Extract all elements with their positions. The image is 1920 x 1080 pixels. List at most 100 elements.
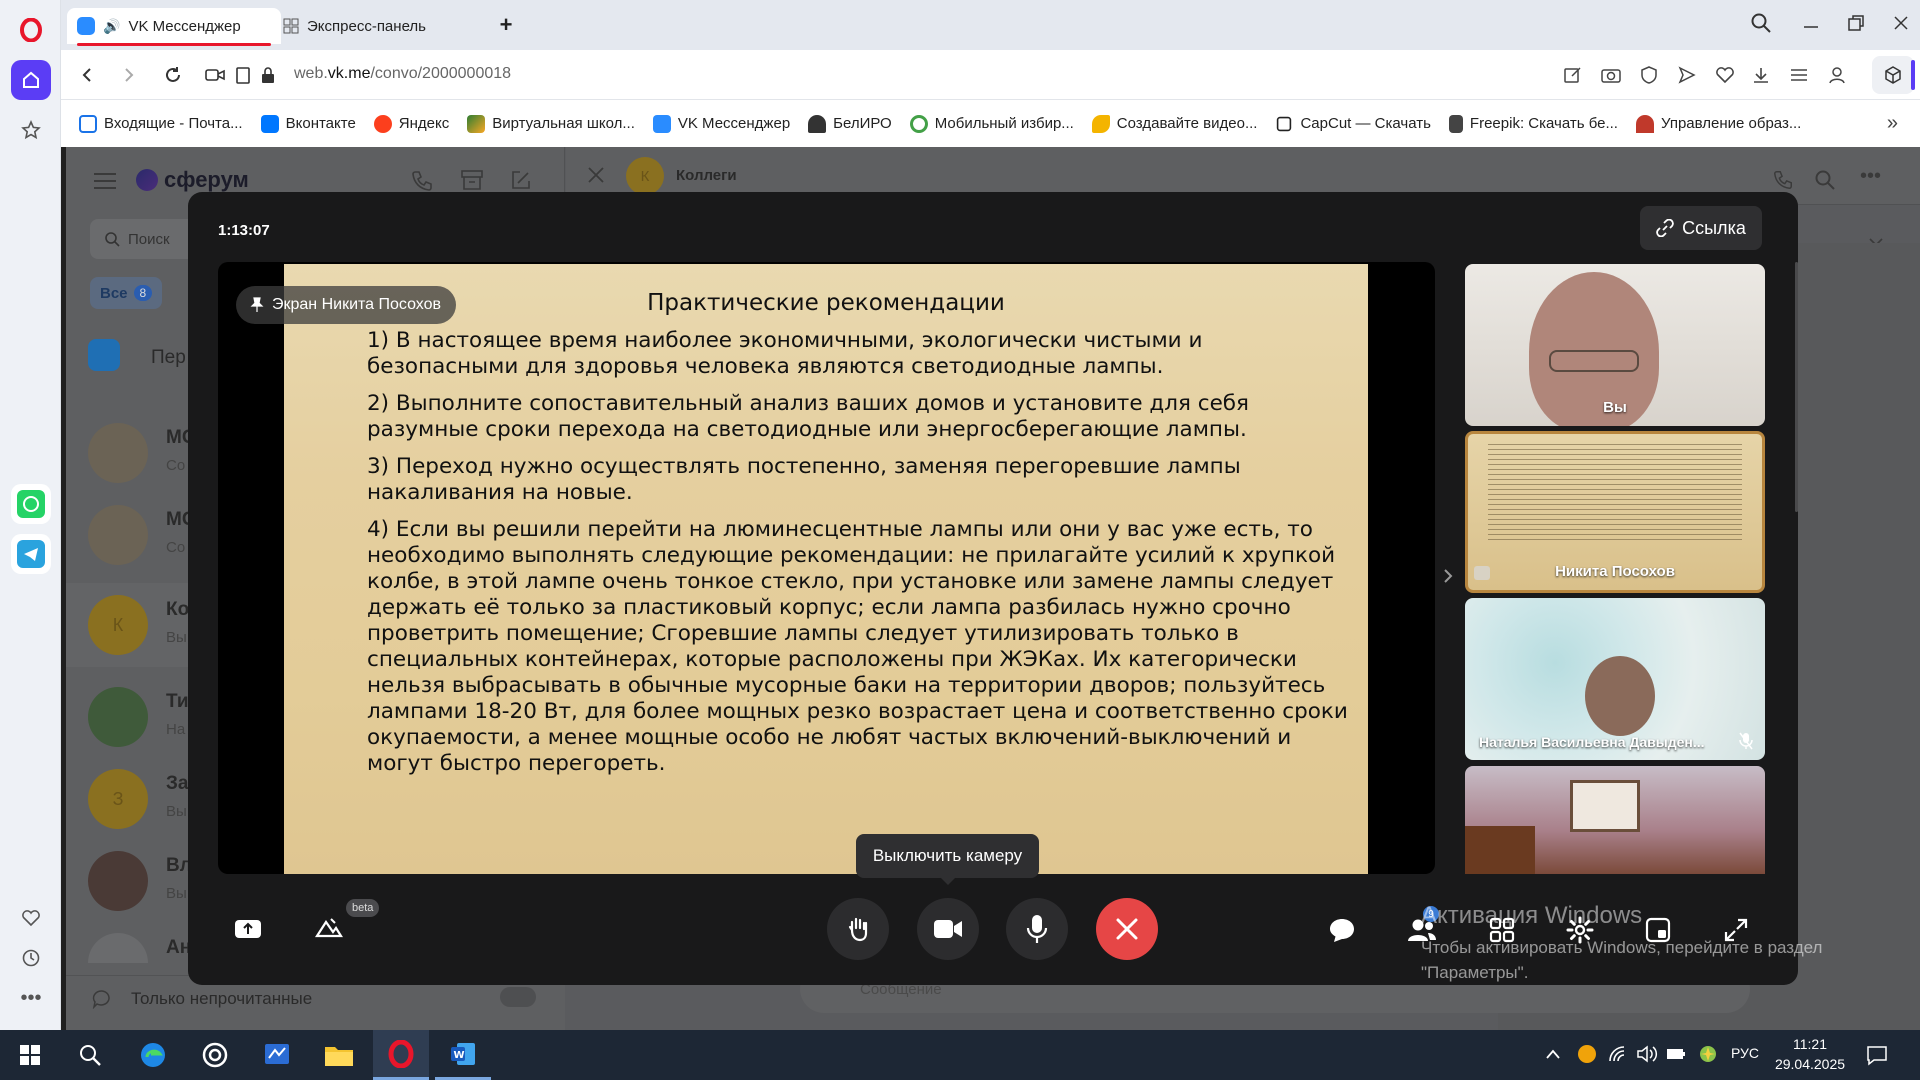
telegram-icon[interactable]: [11, 534, 51, 574]
chat-avatar: З: [88, 769, 148, 829]
close-icon: [1116, 918, 1138, 940]
vk-messenger-icon: [652, 114, 671, 133]
easy-setup-icon[interactable]: [1786, 62, 1812, 88]
profile-icon[interactable]: [1824, 62, 1850, 88]
edit-page-icon[interactable]: [1560, 62, 1586, 88]
menu-icon[interactable]: [94, 173, 116, 189]
end-call-button[interactable]: [1096, 898, 1158, 960]
minimize-icon[interactable]: [1800, 12, 1822, 34]
notifications-icon[interactable]: [1866, 1044, 1888, 1066]
snapshot-icon[interactable]: [1598, 62, 1624, 88]
url-text[interactable]: web.vk.me/convo/2000000018: [294, 65, 511, 83]
star-icon[interactable]: [11, 110, 51, 150]
forward-icon[interactable]: [116, 62, 142, 88]
home-icon[interactable]: [11, 60, 51, 100]
history-icon[interactable]: [11, 938, 51, 978]
whatsapp-icon[interactable]: [11, 484, 51, 524]
more-bookmarks-icon[interactable]: »: [1887, 112, 1898, 135]
send-icon[interactable]: [1674, 62, 1700, 88]
opera-taskbar-icon[interactable]: [373, 1030, 429, 1080]
volume-icon[interactable]: [1636, 1045, 1658, 1063]
restore-icon[interactable]: [1845, 12, 1867, 34]
bookmark-freepik[interactable]: Freepik: Скачать бе...: [1448, 114, 1618, 133]
bookmark-yandex[interactable]: Яндекс: [373, 114, 449, 133]
tiles-scrollbar[interactable]: [1795, 262, 1798, 512]
tab-vk-messenger[interactable]: 🔊 VK Мессенджер: [67, 8, 281, 46]
tab-audio-underline: [77, 43, 271, 46]
close-chat-icon[interactable]: [586, 165, 606, 185]
bookmark-mail[interactable]: Входящие - Почта...: [79, 114, 243, 133]
more-icon[interactable]: •••: [11, 978, 51, 1018]
collapse-tiles-icon[interactable]: [1442, 568, 1454, 584]
tray-app-icon[interactable]: [1578, 1045, 1596, 1063]
participant-tile-self[interactable]: Вы: [1465, 264, 1765, 426]
only-unread-toggle[interactable]: [500, 987, 536, 1007]
camera-tooltip: Выключить камеру: [856, 834, 1039, 885]
extensions-icon[interactable]: [1872, 56, 1914, 94]
bookmark-create-video[interactable]: Создавайте видео...: [1091, 114, 1257, 133]
bookmark-capcut[interactable]: CapCut — Скачать: [1275, 115, 1431, 133]
taskbar-search-icon[interactable]: [62, 1030, 118, 1080]
header-more-icon[interactable]: •••: [1860, 165, 1881, 188]
bookmark-education[interactable]: Управление образ...: [1635, 114, 1801, 133]
link-button[interactable]: Ссылка: [1640, 206, 1762, 250]
raise-hand-button[interactable]: [827, 898, 889, 960]
close-window-icon[interactable]: [1890, 12, 1912, 34]
url-host: vk.me: [327, 65, 371, 82]
clipboard-icon[interactable]: [230, 62, 256, 88]
lock-icon[interactable]: [255, 62, 281, 88]
bookmark-virtual-school[interactable]: Виртуальная школ...: [467, 114, 635, 133]
bookmark-vk-messenger[interactable]: VK Мессенджер: [652, 114, 791, 133]
battery-icon[interactable]: [1666, 1048, 1686, 1060]
heart-icon[interactable]: [11, 898, 51, 938]
participant-tile[interactable]: [1465, 766, 1765, 874]
participant-tile-screen[interactable]: Никита Посохов: [1465, 431, 1765, 593]
download-icon[interactable]: [1748, 62, 1774, 88]
bookmark-label: Виртуальная школ...: [492, 115, 635, 132]
header-call-icon[interactable]: [1772, 169, 1794, 191]
tab-express-panel[interactable]: Экспресс-панель: [273, 8, 483, 44]
camera-button[interactable]: [917, 898, 979, 960]
bookmark-label: Мобильный избир...: [934, 115, 1074, 132]
search-input[interactable]: Поиск: [90, 219, 200, 259]
document-app-icon[interactable]: [249, 1030, 305, 1080]
network-icon[interactable]: [1608, 1045, 1628, 1063]
participant-tile[interactable]: Наталья Васильевна Давыден...: [1465, 598, 1765, 760]
language-indicator[interactable]: РУС: [1731, 1045, 1759, 1061]
tray-chevron-icon[interactable]: [1545, 1048, 1561, 1060]
share-screen-icon[interactable]: [226, 907, 270, 951]
capcut-icon: [1277, 116, 1292, 131]
chat-title: За: [166, 773, 189, 794]
call-icon[interactable]: [410, 169, 434, 193]
compose-icon[interactable]: [510, 169, 532, 191]
search-tabs-icon[interactable]: [1750, 12, 1772, 34]
browser-app-icon[interactable]: [187, 1030, 243, 1080]
archive-icon[interactable]: [460, 169, 484, 191]
opera-logo-icon[interactable]: [11, 10, 51, 50]
bookmark-beliro[interactable]: БелИРО: [808, 114, 892, 133]
edge-icon[interactable]: [125, 1030, 181, 1080]
shield-icon[interactable]: [1636, 62, 1662, 88]
camera-permission-icon[interactable]: [202, 62, 228, 88]
watermark-line: "Параметры".: [1421, 963, 1529, 982]
reload-icon[interactable]: [160, 62, 186, 88]
bookmark-label: VK Мессенджер: [677, 115, 791, 132]
security-tray-icon[interactable]: [1698, 1044, 1718, 1064]
chat-icon[interactable]: [1320, 908, 1364, 952]
windows-start-icon[interactable]: [2, 1030, 58, 1080]
file-explorer-icon[interactable]: [311, 1030, 367, 1080]
screen-share-badge[interactable]: Экран Никита Посохов: [236, 286, 457, 324]
clock[interactable]: 11:21 29.04.2025: [1770, 1034, 1850, 1074]
bookmark-vkontakte[interactable]: Вконтакте: [260, 114, 356, 133]
word-icon[interactable]: W: [435, 1030, 491, 1080]
filter-all[interactable]: Все 8: [90, 277, 163, 309]
effects-icon[interactable]: [307, 907, 351, 951]
header-search-icon[interactable]: [1814, 169, 1836, 191]
brand-name: сферум: [164, 167, 249, 192]
favorite-icon[interactable]: [1712, 62, 1738, 88]
bookmark-mobile-voter[interactable]: Мобильный избир...: [909, 114, 1074, 133]
microphone-button[interactable]: [1006, 898, 1068, 960]
back-icon[interactable]: [74, 62, 100, 88]
new-tab-button[interactable]: +: [493, 12, 519, 38]
speaker-icon[interactable]: 🔊: [103, 18, 120, 35]
